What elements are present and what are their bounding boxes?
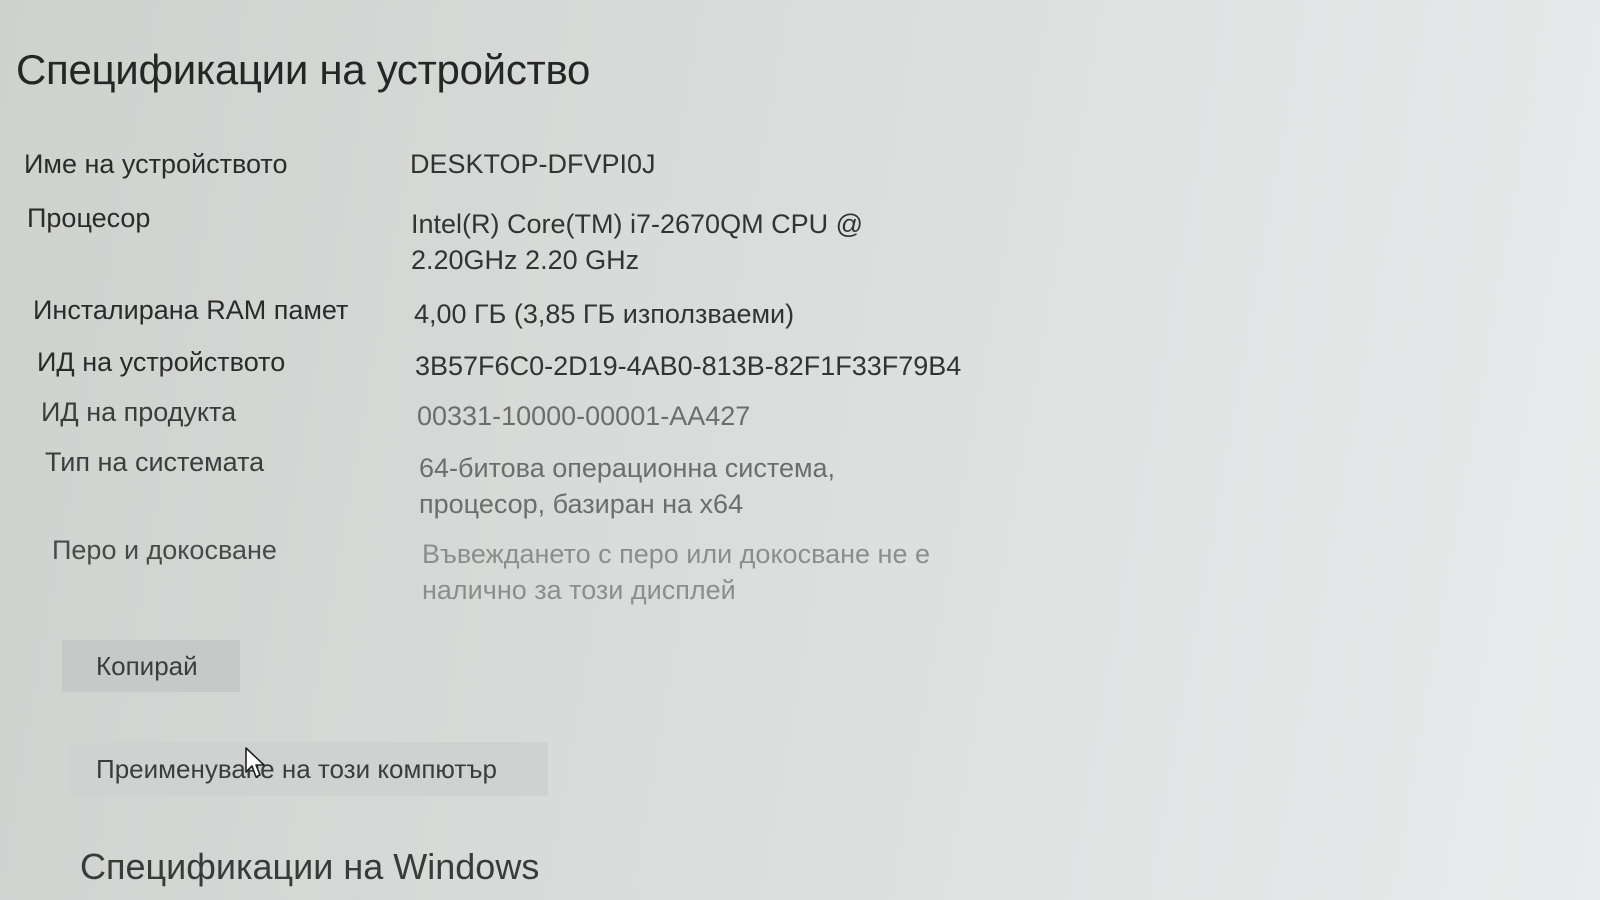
spec-label: ИД на продукта xyxy=(41,397,237,427)
copy-button[interactable]: Копирай xyxy=(62,640,240,692)
mouse-pointer-icon xyxy=(245,747,265,778)
page-title: Спецификации на устройство xyxy=(16,46,591,93)
spec-value: 3B57F6C0-2D19-4AB0-813B-82F1F33F79B4 xyxy=(415,351,962,381)
spec-value: DESKTOP-DFVPI0J xyxy=(410,149,656,179)
spec-value: Въвеждането с перо или докосване не е на… xyxy=(422,539,931,605)
spec-value: 64-битова операционна система, процесор,… xyxy=(419,453,836,519)
spec-label: Име на устройството xyxy=(24,149,288,179)
spec-label: Перо и докосване xyxy=(52,535,277,565)
spec-value: Intel(R) Core(TM) i7-2670QM CPU @ 2.20GH… xyxy=(411,209,863,275)
device-specifications-page: Спецификации на устройство Име на устрой… xyxy=(0,0,1600,900)
spec-value: 4,00 ГБ (3,85 ГБ използваеми) xyxy=(414,299,795,329)
spec-value: 00331-10000-00001-AA427 xyxy=(417,401,751,431)
spec-label: Тип на системата xyxy=(45,447,265,477)
spec-label: Процесор xyxy=(27,203,151,233)
spec-label: Инсталирана RAM памет xyxy=(33,295,349,325)
rename-pc-button[interactable]: Преименуване на този компютър xyxy=(70,742,548,796)
windows-specifications-title: Спецификации на Windows xyxy=(80,846,540,887)
spec-label: ИД на устройството xyxy=(37,347,286,377)
